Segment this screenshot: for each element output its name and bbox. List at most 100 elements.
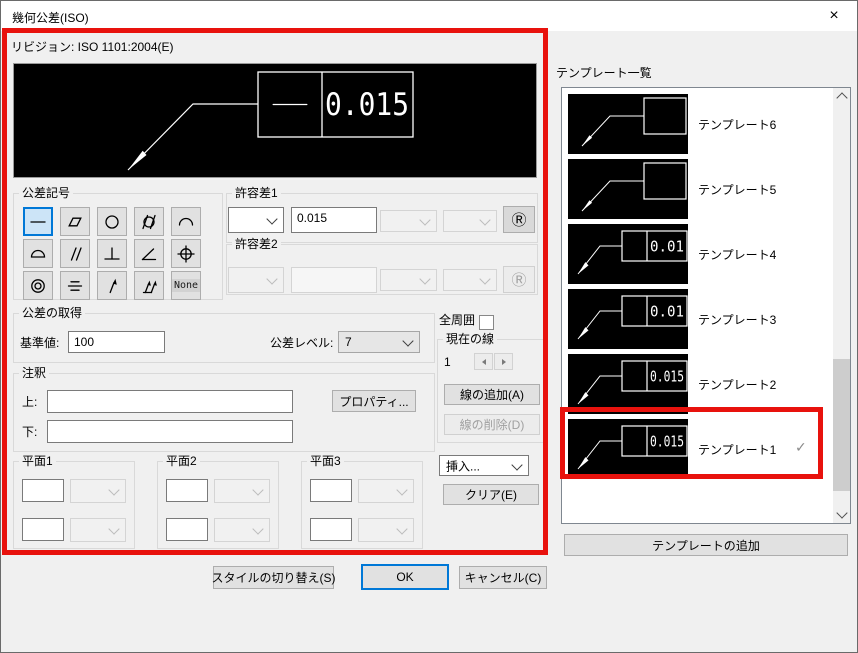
cylindricity-icon — [139, 212, 159, 232]
chevron-down-icon — [252, 523, 263, 534]
template-list-item[interactable]: 0.015テンプレート2 — [568, 354, 828, 414]
template-list-item[interactable]: テンプレート6 — [568, 94, 828, 154]
symbol-cylindricity-button[interactable] — [134, 207, 164, 236]
svg-text:0.01: 0.01 — [650, 303, 684, 321]
clear-button[interactable]: クリア(E) — [443, 484, 539, 505]
template-list-label: テンプレート一覧 — [556, 64, 652, 81]
none-label: None — [172, 279, 200, 292]
plane1-modifier2-combo — [70, 518, 126, 542]
symmetry-icon — [65, 276, 85, 296]
insert-combo[interactable]: 挿入... — [439, 455, 529, 476]
template-thumbnail: 0.01 — [568, 289, 688, 352]
plane2-datum2-input[interactable] — [166, 518, 208, 541]
datum-value-input[interactable]: 100 — [68, 331, 165, 353]
plane1-group: 平面1 — [13, 461, 135, 549]
scrollbar-thumb[interactable] — [833, 359, 850, 491]
chevron-down-icon — [419, 214, 430, 225]
symbol-straightness-button[interactable] — [23, 207, 53, 236]
tolerance1-label: 許容差1 — [232, 186, 281, 200]
tolerance1-value-input[interactable]: 0.015 — [291, 207, 377, 233]
chevron-down-icon — [402, 335, 413, 346]
all-around-checkbox[interactable] — [479, 315, 494, 330]
close-icon: × — [829, 7, 838, 25]
symbol-circularity-button[interactable] — [97, 207, 127, 236]
plane3-datum-input[interactable] — [310, 479, 352, 502]
previous-line-button[interactable] — [474, 353, 493, 370]
scroll-up-button[interactable] — [833, 88, 850, 105]
tolerance2-label: 許容差2 — [232, 237, 281, 251]
plane2-modifier-combo — [214, 479, 270, 503]
plane1-datum-input[interactable] — [22, 479, 64, 502]
template-label: テンプレート3 — [698, 311, 776, 328]
geometric-tolerance-dialog: 幾何公差(ISO) × リビジョン: ISO 1101:2004(E) 0.01… — [0, 0, 858, 653]
symbol-angularity-button[interactable] — [134, 239, 164, 268]
symbol-profile-line-button[interactable] — [171, 207, 201, 236]
arrow-right-icon — [502, 359, 506, 365]
template-list-item[interactable]: 0.01 テンプレート3 — [568, 289, 828, 349]
symbol-none-button[interactable]: None — [171, 271, 201, 300]
chevron-down-icon — [266, 273, 277, 284]
template-thumbnail: 0.015 — [568, 419, 688, 482]
annotation-top-input[interactable] — [47, 390, 293, 413]
ok-button[interactable]: OK — [361, 564, 449, 590]
annotation-bottom-input[interactable] — [47, 420, 293, 443]
chevron-down-icon — [836, 507, 847, 518]
dialog-title: 幾何公差(ISO) — [12, 9, 89, 26]
next-line-button[interactable] — [494, 353, 513, 370]
cancel-button[interactable]: キャンセル(C) — [459, 566, 547, 589]
plane3-modifier-combo — [358, 479, 414, 503]
template-list-item[interactable]: テンプレート5 — [568, 159, 828, 219]
template-list-item[interactable]: 0.015 テンプレート1 ✓ — [568, 419, 828, 479]
add-template-button[interactable]: テンプレートの追加 — [564, 534, 848, 556]
tolerance1-symbol-combo[interactable] — [228, 207, 284, 233]
plane2-datum-input[interactable] — [166, 479, 208, 502]
properties-button[interactable]: プロパティ... — [332, 390, 416, 412]
chevron-down-icon — [479, 273, 490, 284]
circled-r-icon: Ⓡ — [511, 209, 526, 230]
symbol-circular-runout-button[interactable] — [97, 271, 127, 300]
symbol-concentricity-button[interactable] — [23, 271, 53, 300]
flatness-icon — [65, 212, 85, 232]
chevron-down-icon — [396, 523, 407, 534]
svg-text:0.015: 0.015 — [325, 87, 409, 123]
symbol-flatness-button[interactable] — [60, 207, 90, 236]
template-label: テンプレート2 — [698, 376, 776, 393]
annotation-top-label: 上: — [22, 393, 37, 410]
symbol-perpendicularity-button[interactable] — [97, 239, 127, 268]
insert-combo-value: 挿入... — [446, 457, 480, 474]
chevron-down-icon — [266, 213, 277, 224]
tolerance1-restricted-button[interactable]: Ⓡ — [503, 206, 535, 233]
symbol-total-runout-button[interactable] — [134, 271, 164, 300]
straightness-icon — [28, 212, 48, 232]
profile-line-icon — [176, 212, 196, 232]
template-label: テンプレート1 — [698, 441, 776, 458]
profile-surface-icon — [28, 244, 48, 264]
tolerance-level-combo[interactable]: 7 — [338, 331, 420, 353]
tolerance1-state-combo — [443, 210, 497, 232]
plane2-modifier2-combo — [214, 518, 270, 542]
perpendicularity-icon — [102, 244, 122, 264]
switch-style-button[interactable]: スタイルの切り替え(S) — [213, 566, 334, 589]
scroll-down-button[interactable] — [833, 506, 850, 523]
symbol-group-label: 公差記号 — [19, 186, 73, 200]
tolerance2-symbol-combo — [228, 267, 284, 293]
template-label: テンプレート4 — [698, 246, 776, 263]
check-icon: ✓ — [795, 439, 807, 456]
tolerance-level-label: 公差レベル: — [270, 334, 333, 351]
symbol-symmetry-button[interactable] — [60, 271, 90, 300]
chevron-down-icon — [108, 523, 119, 534]
symbol-parallelism-button[interactable] — [60, 239, 90, 268]
template-list-item[interactable]: 0.01テンプレート4 — [568, 224, 828, 284]
symbol-position-button[interactable] — [171, 239, 201, 268]
scrollbar[interactable] — [833, 88, 850, 523]
add-line-button[interactable]: 線の追加(A) — [444, 384, 540, 405]
plane3-datum2-input[interactable] — [310, 518, 352, 541]
chevron-up-icon — [836, 92, 847, 103]
concentricity-icon — [28, 276, 48, 296]
close-button[interactable]: × — [819, 3, 849, 29]
circular-runout-icon — [102, 276, 122, 296]
current-line-group: 現在の線 1 線の追加(A) 線の削除(D) — [437, 339, 546, 443]
plane1-datum2-input[interactable] — [22, 518, 64, 541]
fit-tolerance-group: 公差の取得 基準値: 100 公差レベル: 7 — [13, 313, 435, 363]
symbol-profile-surface-button[interactable] — [23, 239, 53, 268]
